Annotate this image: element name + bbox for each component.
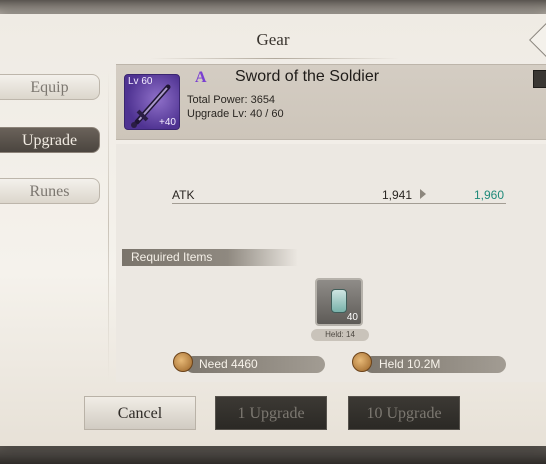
upgrade-level: Upgrade Lv: 40 / 60 xyxy=(187,108,284,120)
material-slot[interactable]: 40 xyxy=(315,278,363,326)
item-icon[interactable]: Lv 60 +40 xyxy=(124,74,180,130)
gold-held: Held 10.2M xyxy=(379,357,441,371)
gold-need: Need 4460 xyxy=(199,357,258,371)
page-title: Gear xyxy=(256,30,290,49)
gold-coin-icon xyxy=(352,352,372,372)
item-grade: A xyxy=(195,69,207,86)
upgrade-10-button[interactable]: 10 Upgrade xyxy=(348,396,460,430)
tab-upgrade[interactable]: Upgrade xyxy=(0,127,100,153)
material-required-count: 40 xyxy=(346,312,358,323)
required-items-label: Required Items xyxy=(131,250,213,264)
upgrade-1-button[interactable]: 1 Upgrade xyxy=(215,396,327,430)
tab-runes[interactable]: Runes xyxy=(0,178,100,204)
stat-current-value: 1,941 xyxy=(381,188,412,202)
stat-next-value: 1,960 xyxy=(473,188,504,202)
material-held-count: Held: 14 xyxy=(311,329,369,341)
total-power: Total Power: 3654 xyxy=(187,94,276,106)
gold-coin-icon xyxy=(173,352,193,372)
stat-label: ATK xyxy=(172,188,195,202)
lock-icon[interactable] xyxy=(533,70,546,88)
title-divider xyxy=(150,58,400,59)
item-enhance-level: +40 xyxy=(159,117,176,128)
cancel-button[interactable]: Cancel xyxy=(84,396,196,430)
sidebar-divider xyxy=(108,70,109,380)
item-level: Lv 60 xyxy=(128,76,153,87)
item-name: Sword of the Soldier xyxy=(235,68,380,85)
potion-vial-icon xyxy=(331,289,347,313)
gear-screen: Gear Equip Upgrade Runes Lv 60 +40 A Swo… xyxy=(0,0,546,464)
arrow-right-icon xyxy=(420,189,426,199)
tab-equip[interactable]: Equip xyxy=(0,74,100,100)
stat-divider xyxy=(172,203,506,204)
